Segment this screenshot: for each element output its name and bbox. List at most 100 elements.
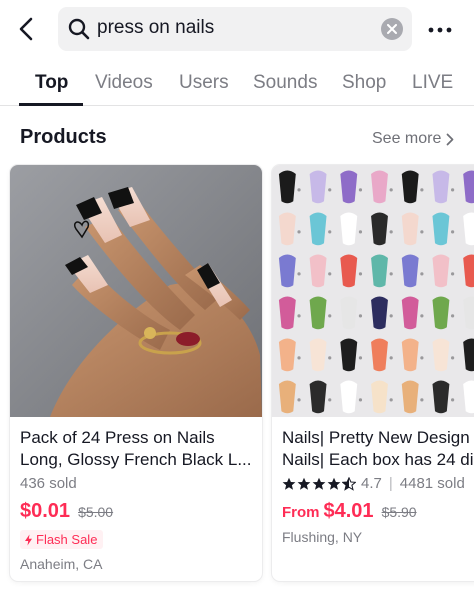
star-icon — [297, 477, 311, 490]
nail-sample — [371, 380, 388, 414]
back-button[interactable] — [12, 14, 40, 44]
back-arrow-icon — [19, 17, 33, 41]
pegboard-hole — [451, 398, 455, 402]
nail-sample — [309, 170, 327, 204]
nail-sample — [371, 296, 388, 330]
pegboard-hole — [420, 356, 424, 360]
pegboard-hole — [358, 398, 363, 402]
nail-sample — [309, 212, 327, 246]
search-bar[interactable]: press on nails — [58, 7, 412, 51]
star-icon — [282, 477, 296, 490]
ellipsis-icon — [428, 27, 452, 33]
nail-sample — [432, 338, 450, 372]
tab-users[interactable]: Users — [179, 72, 229, 94]
tab-videos[interactable]: Videos — [95, 72, 153, 94]
pegboard-hole — [328, 398, 332, 402]
price-prefix: From — [282, 504, 320, 521]
tab-live[interactable]: LIVE — [412, 72, 453, 94]
pegboard-hole — [420, 188, 424, 192]
pegboard-hole — [328, 314, 332, 318]
pegboard-hole — [451, 272, 455, 276]
active-tab-indicator — [19, 103, 83, 106]
nail-sample — [371, 212, 388, 246]
flash-sale-badge: Flash Sale — [20, 530, 104, 549]
pegboard-hole — [297, 356, 301, 360]
price-row: $0.01 $5.00 — [20, 500, 113, 523]
see-more-link[interactable]: See more — [372, 130, 454, 148]
nail-sample — [340, 170, 358, 204]
nail-sample — [340, 296, 358, 330]
pegboard-hole — [328, 272, 332, 276]
nail-sample — [432, 170, 450, 204]
product-image — [272, 165, 474, 417]
price: $0.01 — [20, 500, 71, 522]
search-tabs: Top Videos Users Sounds Shop LIVE — [0, 60, 474, 106]
pegboard-hole — [451, 314, 455, 318]
more-options-button[interactable] — [426, 18, 454, 42]
pegboard-hole — [420, 314, 424, 318]
nail-sample — [401, 170, 419, 204]
pegboard-hole — [420, 272, 424, 276]
pegboard-hole — [451, 230, 455, 234]
tab-top[interactable]: Top — [35, 72, 68, 94]
nail-sample — [432, 212, 450, 246]
nail-sample — [340, 254, 358, 288]
pegboard-hole — [389, 398, 393, 402]
pegboard-hole — [389, 356, 393, 360]
pegboard-hole — [420, 230, 424, 234]
pegboard-hole — [358, 188, 363, 192]
seller-location: Anaheim, CA — [20, 556, 103, 572]
nail-sample — [371, 338, 388, 372]
nail-sample — [340, 380, 358, 414]
nail-sample — [309, 338, 327, 372]
divider: | — [388, 475, 393, 492]
sold-count: 436 sold — [20, 475, 77, 492]
nail-sample — [278, 296, 296, 330]
nail-sample — [432, 380, 450, 414]
pegboard-hole — [297, 272, 301, 276]
nail-sample — [432, 296, 450, 330]
star-icon — [312, 477, 326, 490]
price: $4.01 — [323, 500, 374, 522]
product-card[interactable]: Pack of 24 Press on Nails Long, Glossy F… — [10, 165, 262, 581]
nail-sample — [340, 338, 358, 372]
close-icon — [387, 24, 397, 34]
pegboard-hole — [358, 230, 363, 234]
pegboard-hole — [420, 398, 424, 402]
nail-sample — [278, 338, 296, 372]
pegboard-hole — [297, 398, 301, 402]
pegboard-hole — [297, 188, 301, 192]
product-image — [10, 165, 262, 417]
pegboard-hole — [451, 356, 455, 360]
lightning-icon — [25, 534, 32, 545]
tab-shop[interactable]: Shop — [342, 72, 386, 94]
pegboard-hole — [389, 188, 393, 192]
pegboard-hole — [389, 272, 393, 276]
pegboard-hole — [358, 356, 363, 360]
nail-sample — [309, 380, 327, 414]
nail-sample — [278, 170, 296, 204]
clear-search-button[interactable] — [381, 18, 403, 40]
pegboard-hole — [297, 230, 301, 234]
nail-sample — [309, 296, 327, 330]
nail-sample — [401, 338, 419, 372]
nail-sample — [401, 296, 419, 330]
nail-sample — [278, 380, 296, 414]
pegboard-hole — [328, 230, 332, 234]
product-title-line: Long, Glossy French Black L... — [20, 450, 252, 469]
search-icon — [68, 18, 90, 40]
rating-value: 4.7 — [361, 475, 382, 492]
star-rating — [282, 476, 356, 491]
nail-sample — [340, 212, 358, 246]
nail-sample — [401, 254, 419, 288]
section-title: Products — [20, 126, 107, 148]
product-card[interactable]: Nails| Pretty New Design Nails| Each box… — [272, 165, 474, 581]
search-input[interactable]: press on nails — [97, 17, 214, 39]
pegboard-hole — [328, 356, 332, 360]
nail-sample — [371, 254, 388, 288]
product-title: Pack of 24 Press on Nails Long, Glossy F… — [20, 427, 256, 471]
tab-sounds[interactable]: Sounds — [253, 72, 317, 94]
nail-sample — [278, 254, 296, 288]
see-more-label: See more — [372, 130, 442, 147]
pegboard-hole — [389, 230, 393, 234]
